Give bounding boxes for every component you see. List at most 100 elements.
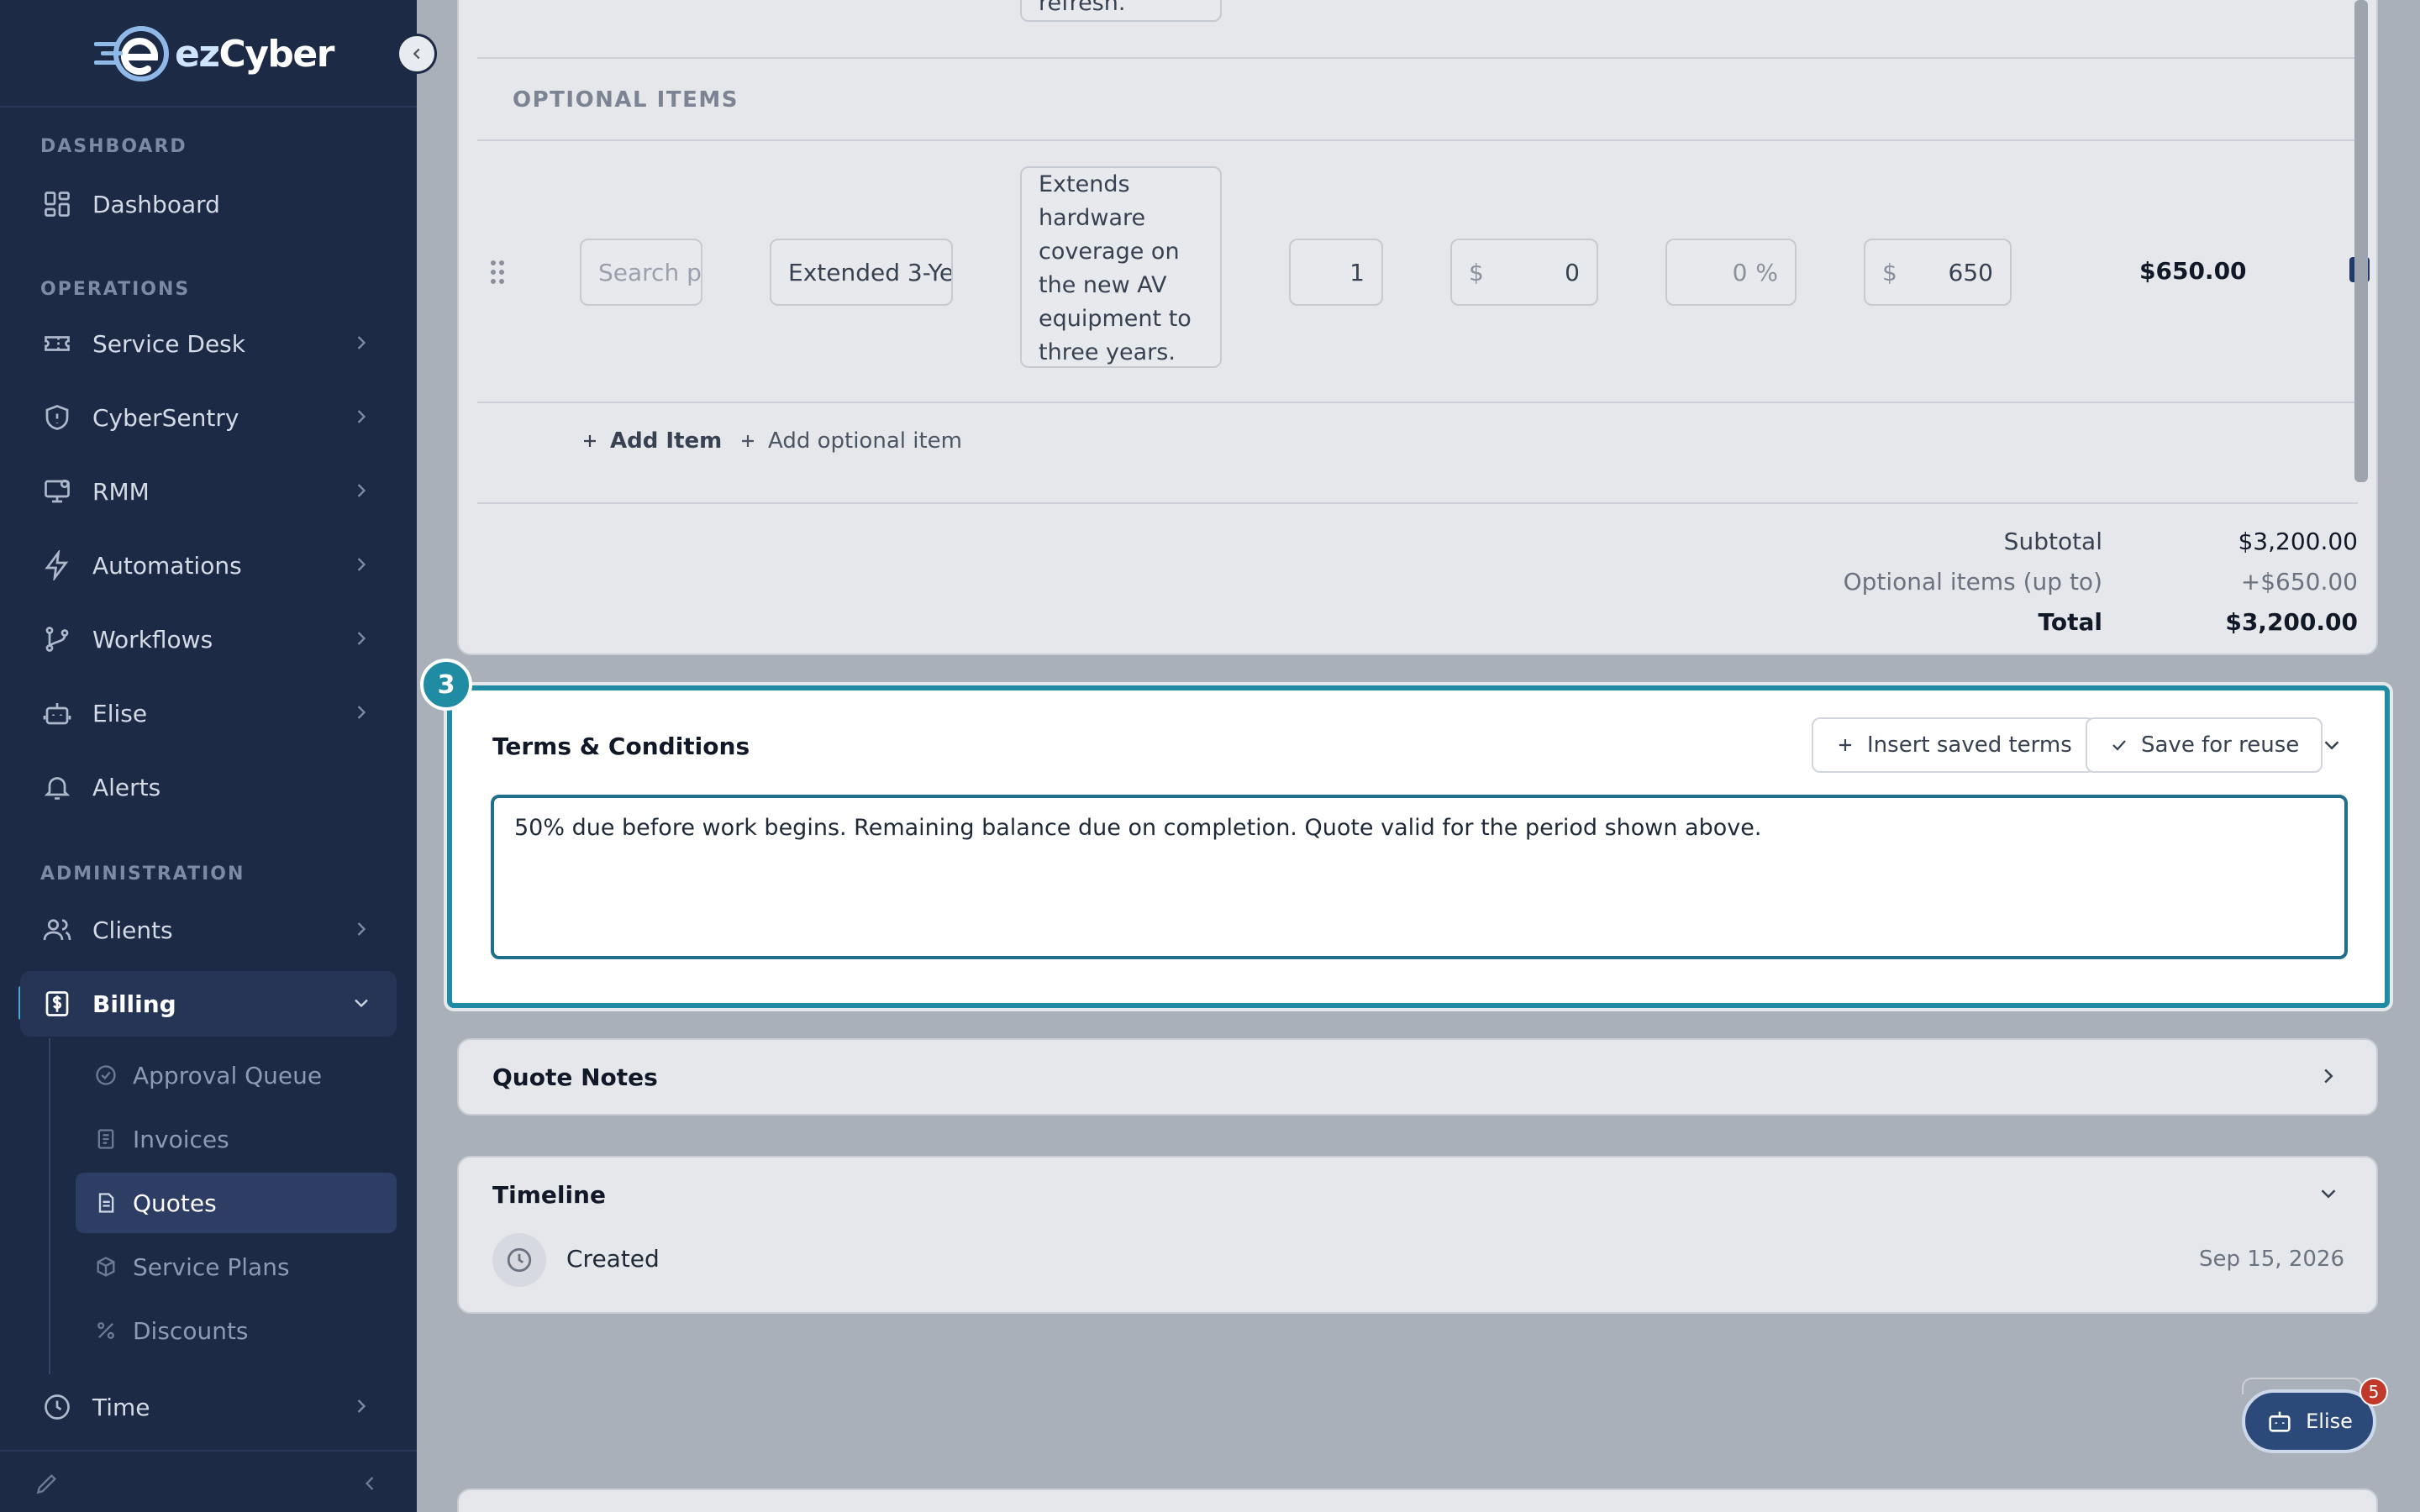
dollar-document-icon (40, 987, 74, 1021)
description-text: refresh. (1039, 0, 1126, 16)
sidebar-item-label: RMM (92, 477, 150, 506)
sidebar-item-label: Alerts (92, 773, 161, 801)
quantity-value: 1 (1349, 258, 1365, 286)
quote-notes-title: Quote Notes (492, 1063, 658, 1091)
chevron-right-icon (357, 632, 366, 645)
sidebar-item-cybersentry[interactable]: CyberSentry (20, 385, 397, 450)
elise-assistant-button[interactable]: Elise (2242, 1389, 2376, 1453)
sidebar-item-time[interactable]: Time (20, 1374, 397, 1440)
price-value: 650 (1948, 258, 1993, 286)
bell-icon (40, 770, 74, 804)
sidebar-item-alerts[interactable]: Alerts (20, 754, 397, 820)
next-section-card (457, 1488, 2378, 1512)
sidebar-collapse-button[interactable] (397, 34, 437, 74)
check-icon (2112, 740, 2126, 751)
sidebar-item-billing[interactable]: Billing (20, 971, 397, 1037)
document-icon (94, 1191, 118, 1215)
sidebar-item-workflows[interactable]: Workflows (20, 606, 397, 672)
save-for-reuse-button[interactable]: Save for reuse (2086, 717, 2323, 773)
timeline-event-date: Sep 15, 2026 (2198, 1247, 2344, 1272)
chevron-right-icon[interactable] (2316, 1063, 2341, 1089)
optional-items-total-label: Optional items (up to) (1843, 568, 2102, 596)
section-label-dashboard: DASHBOARD (40, 136, 187, 157)
optional-items-total-value: +$650.00 (2240, 568, 2358, 596)
chevron-right-icon (357, 706, 366, 719)
quote-notes-card[interactable] (457, 1038, 2378, 1116)
sidebar-subitem-label: Service Plans (133, 1252, 290, 1281)
pencil-icon[interactable] (34, 1470, 60, 1497)
add-optional-item-button[interactable]: Add optional item (738, 428, 962, 454)
sidebar-item-automations[interactable]: Automations (20, 533, 397, 598)
sidebar-item-label: Service Desk (92, 329, 245, 358)
chevron-down-icon[interactable] (2316, 1181, 2341, 1206)
ezcyber-logo[interactable]: ezCyber (92, 20, 334, 87)
description-line: coverage on (1039, 239, 1180, 265)
insert-saved-terms-label: Insert saved terms (1867, 732, 2072, 758)
sidebar-subitem-service-plans[interactable]: Service Plans (76, 1236, 397, 1297)
shield-icon (40, 401, 74, 434)
add-item-label: Add Item (610, 428, 723, 454)
item-name-input[interactable]: Extended 3-Ye (770, 239, 953, 306)
box-icon (94, 1255, 118, 1278)
sidebar-item-label: Workflows (92, 625, 213, 654)
check-circle-icon (94, 1063, 118, 1087)
elise-assistant-label: Elise (2306, 1410, 2353, 1433)
robot-icon (2269, 1411, 2291, 1432)
add-item-button[interactable]: Add Item (580, 428, 722, 454)
price-input[interactable]: $650 (1864, 239, 2012, 306)
sidebar-item-label: Clients (92, 916, 173, 944)
sidebar-subitem-quotes[interactable]: Quotes (76, 1173, 397, 1233)
discount-input[interactable]: 0% (1665, 239, 1797, 306)
description-line: hardware (1039, 205, 1146, 231)
terms-textarea[interactable]: 50% due before work begins. Remaining ba… (491, 795, 2348, 959)
total-value: $3,200.00 (2225, 608, 2358, 636)
insert-saved-terms-button[interactable]: Insert saved terms (1812, 717, 2096, 773)
chevron-right-icon (357, 1399, 366, 1413)
save-for-reuse-label: Save for reuse (2141, 732, 2300, 758)
sidebar-subitem-approval-queue[interactable]: Approval Queue (76, 1045, 397, 1105)
sidebar: ezCyber DASHBOARD Dashboard OPERATIONS S… (0, 0, 417, 1512)
sidebar-item-rmm[interactable]: RMM (20, 459, 397, 524)
row-divider (477, 57, 2358, 59)
product-search-input[interactable]: Search p (580, 239, 702, 306)
section-label-operations: OPERATIONS (40, 279, 191, 300)
description-line: the new AV (1039, 272, 1167, 298)
chevron-right-icon (357, 410, 366, 423)
table-scrollbar[interactable] (2354, 0, 2368, 482)
submenu-guide-line (49, 1038, 50, 1374)
sidebar-footer (0, 1450, 417, 1512)
drag-handle-icon[interactable] (489, 259, 506, 286)
sidebar-divider (0, 106, 417, 108)
sidebar-item-clients[interactable]: Clients (20, 897, 397, 963)
sidebar-item-label: CyberSentry (92, 403, 239, 432)
chevron-right-icon (357, 336, 366, 349)
row-divider (477, 402, 2354, 403)
chevron-left-icon[interactable] (358, 1472, 381, 1495)
sidebar-subitem-discounts[interactable]: Discounts (76, 1300, 397, 1361)
lightning-icon (40, 549, 74, 582)
previous-description-textarea[interactable]: refresh. (1020, 0, 1222, 22)
sidebar-item-dashboard[interactable]: Dashboard (20, 171, 397, 237)
chevron-down-icon[interactable] (2319, 732, 2344, 758)
brand-name: ezCyber (175, 32, 334, 76)
total-label: Total (2038, 608, 2103, 636)
line-total: $650.00 (2139, 257, 2247, 285)
clock-icon (507, 1247, 532, 1273)
sidebar-item-service-desk[interactable]: Service Desk (20, 311, 397, 376)
sidebar-item-label: Billing (92, 990, 176, 1018)
sidebar-subitem-label: Quotes (133, 1189, 217, 1217)
item-description-textarea[interactable]: Extends hardware coverage on the new AV equi… (1020, 166, 1222, 368)
cost-input[interactable]: $0 (1450, 239, 1598, 306)
sidebar-item-elise[interactable]: Elise (20, 680, 397, 746)
chevron-right-icon (357, 558, 366, 571)
users-icon (40, 913, 74, 947)
sidebar-item-label: Dashboard (92, 190, 220, 218)
sidebar-subitem-invoices[interactable]: Invoices (76, 1109, 397, 1169)
plus-icon (584, 435, 596, 447)
cost-value: 0 (1565, 258, 1580, 286)
sidebar-subitem-label: Invoices (133, 1125, 229, 1153)
chevron-left-icon (413, 48, 420, 60)
chevron-right-icon (357, 484, 366, 497)
quantity-input[interactable]: 1 (1289, 239, 1383, 306)
percent-icon (94, 1319, 118, 1342)
